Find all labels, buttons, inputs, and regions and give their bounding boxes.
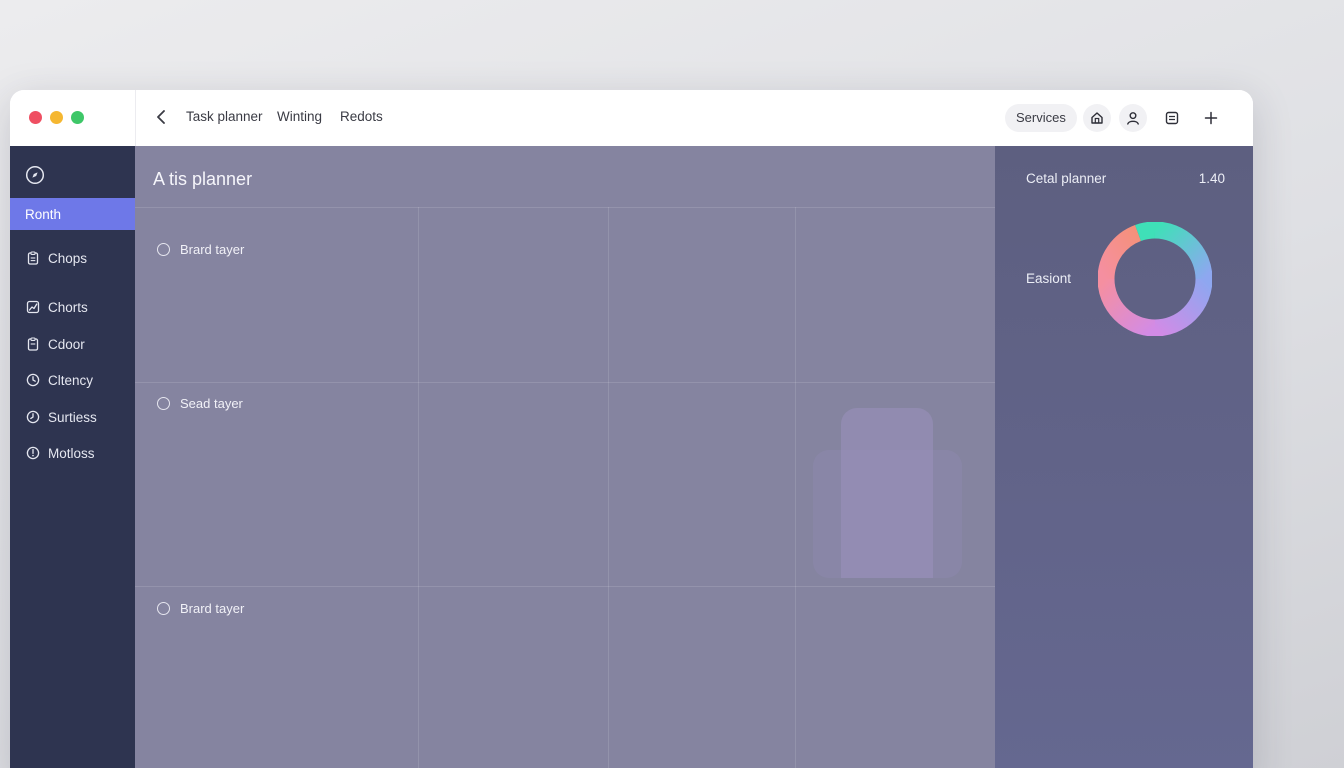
task-row[interactable]: Sead tayer: [157, 396, 243, 411]
sidebar-item-ronth[interactable]: Ronth: [10, 198, 135, 230]
summary-panel: Cetal planner 1.40 Easiont: [995, 146, 1253, 768]
board-column-divider: [608, 207, 609, 768]
compass-icon: [25, 165, 45, 185]
chevron-left-icon: [157, 110, 165, 124]
close-window-button[interactable]: [29, 111, 42, 124]
back-button[interactable]: [150, 106, 172, 128]
sidebar-item-cdoor[interactable]: Cdoor: [10, 328, 135, 360]
board-column-divider: [418, 207, 419, 768]
task-row[interactable]: Brard tayer: [157, 601, 244, 616]
user-icon: [1127, 112, 1139, 125]
panel-title: Cetal planner: [1026, 171, 1107, 186]
plus-icon: [1204, 111, 1218, 125]
sidebar-item-label: Motloss: [48, 445, 95, 461]
planner-board: A tis planner Brard tayer Sead tayer Bra…: [135, 146, 995, 768]
task-radio[interactable]: [157, 602, 170, 615]
document-icon: [1165, 111, 1179, 125]
sidebar: Ronth Chops Chorts Cdoor Cltency Surties…: [10, 146, 135, 768]
clock-icon: [25, 409, 41, 425]
task-radio[interactable]: [157, 397, 170, 410]
compass-button[interactable]: [25, 165, 45, 185]
task-label: Brard tayer: [180, 242, 245, 257]
user-button[interactable]: [1119, 104, 1147, 132]
panel-value: 1.40: [1198, 171, 1225, 186]
sidebar-item-label: Ronth: [25, 206, 62, 222]
nav-link-task-planner[interactable]: Task planner: [186, 109, 263, 124]
panel-label: Easiont: [1026, 271, 1072, 286]
task-radio[interactable]: [157, 243, 170, 256]
sidebar-item-label: Cdoor: [48, 336, 85, 352]
task-label: Sead tayer: [180, 396, 243, 411]
task-label: Brard tayer: [180, 601, 245, 616]
task-row[interactable]: Brard tayer: [157, 242, 244, 257]
clock-icon: [25, 372, 41, 388]
nav-link-redots[interactable]: Redots: [340, 109, 383, 124]
sidebar-item-label: Cltency: [48, 372, 94, 388]
sidebar-item-label: Chops: [48, 250, 88, 266]
board-column-divider: [795, 207, 796, 768]
page-title: A tis planner: [153, 169, 253, 189]
add-button[interactable]: [1197, 104, 1225, 132]
clipboard-icon: [25, 336, 41, 352]
nav-link-winting[interactable]: Winting: [277, 109, 322, 124]
home-icon: [1091, 112, 1103, 124]
sidebar-item-label: Chorts: [48, 299, 88, 315]
sidebar-item-chorts[interactable]: Chorts: [10, 291, 135, 323]
window-controls: [10, 90, 136, 146]
placeholder-card-front: [841, 408, 933, 578]
clipboard-icon: [25, 250, 41, 266]
maximize-window-button[interactable]: [71, 111, 84, 124]
sidebar-item-motloss[interactable]: Motloss: [10, 437, 135, 469]
titlebar: Task planner Winting Redots Services: [10, 90, 1253, 146]
clock-icon: [25, 445, 41, 461]
minimize-window-button[interactable]: [50, 111, 63, 124]
donut-ring: [1098, 222, 1212, 336]
board-divider: [135, 586, 995, 587]
app-window: Task planner Winting Redots Services Ron…: [10, 90, 1253, 768]
sidebar-item-cltency[interactable]: Cltency: [10, 364, 135, 396]
sidebar-item-surtiess[interactable]: Surtiess: [10, 401, 135, 433]
home-button[interactable]: [1083, 104, 1111, 132]
chart-icon: [25, 299, 41, 315]
board-divider: [135, 207, 995, 208]
sidebar-item-label: Surtiess: [48, 409, 97, 425]
services-button[interactable]: Services: [1005, 104, 1077, 132]
sidebar-item-chops[interactable]: Chops: [10, 242, 135, 274]
board-divider: [135, 382, 995, 383]
document-button[interactable]: [1158, 104, 1186, 132]
